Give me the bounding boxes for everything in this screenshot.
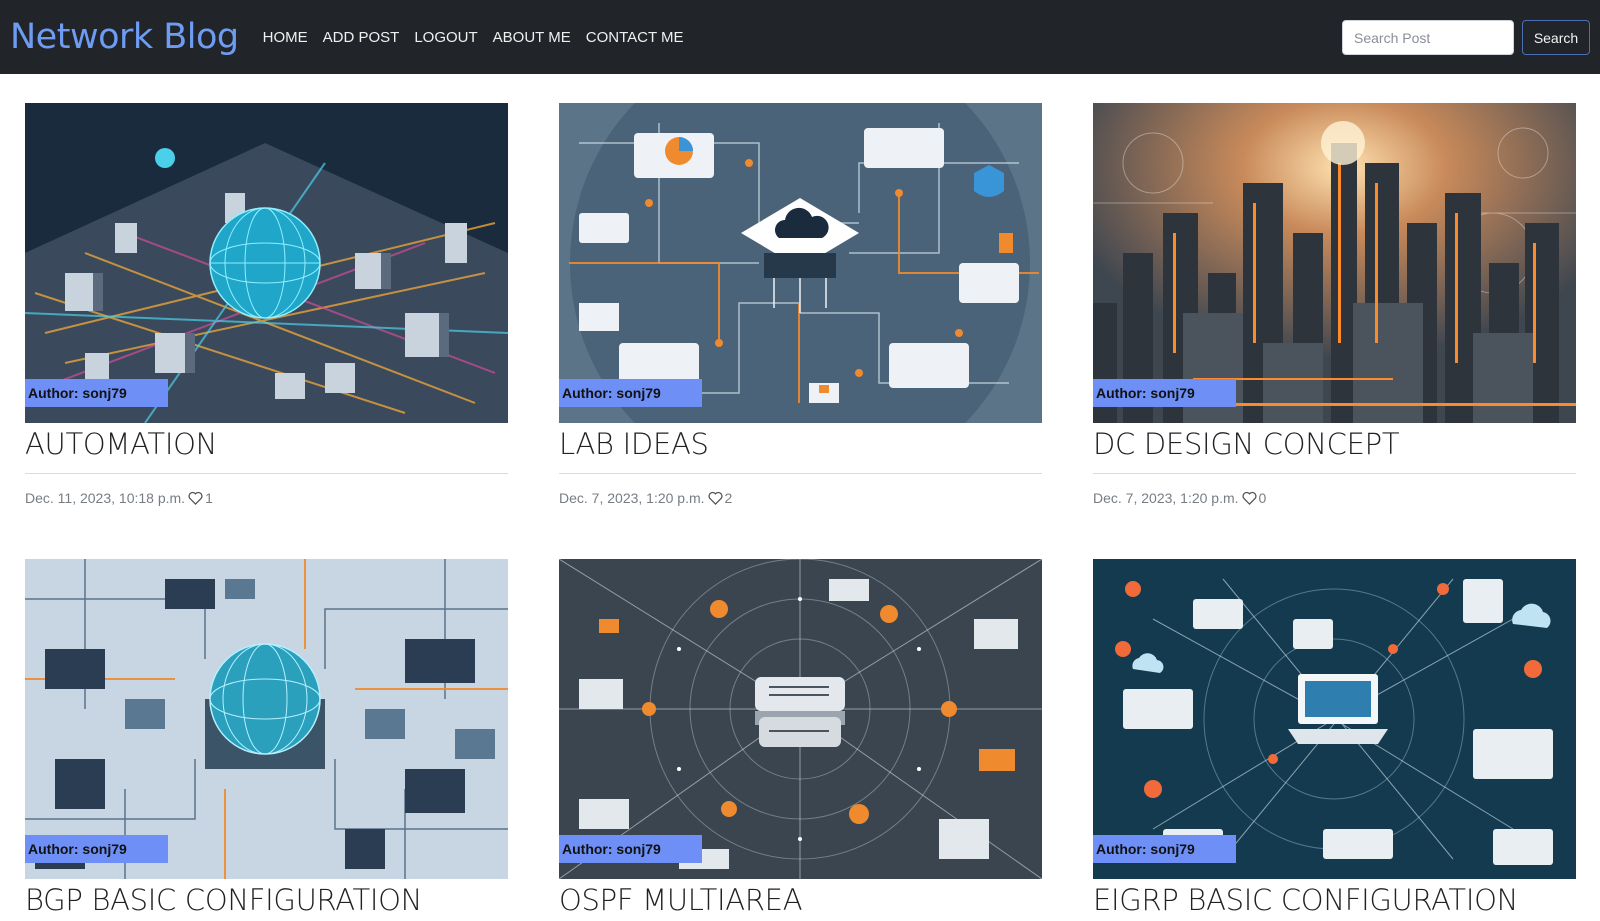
- author-badge: Author: sonj79: [1093, 379, 1236, 407]
- post-meta: Dec. 7, 2023, 1:20 p.m. 2: [559, 490, 1042, 506]
- post-card: Author: sonj79 AUTOMATION Dec. 11, 2023,…: [25, 103, 508, 506]
- post-image: [25, 559, 508, 879]
- post-image: [559, 559, 1042, 879]
- like-count: 1: [205, 490, 213, 506]
- nav-add-post-link[interactable]: ADD POST: [323, 29, 400, 46]
- card-divider: [559, 473, 1042, 474]
- post-title-link[interactable]: AUTOMATION: [25, 427, 508, 461]
- post-grid: Author: sonj79 AUTOMATION Dec. 11, 2023,…: [0, 0, 1600, 921]
- post-card: Author: sonj79 LAB IDEAS Dec. 7, 2023, 1…: [559, 103, 1042, 506]
- brand-logo-link[interactable]: Network Blog: [10, 17, 239, 57]
- nav-about-link[interactable]: ABOUT ME: [493, 29, 571, 46]
- post-date: Dec. 11, 2023, 10:18 p.m.: [25, 490, 186, 506]
- post-image: [1093, 559, 1576, 879]
- post-image-link[interactable]: Author: sonj79: [1093, 103, 1576, 423]
- author-badge: Author: sonj79: [1093, 835, 1236, 863]
- nav-contact-link[interactable]: CONTACT ME: [586, 29, 684, 46]
- nav-logout-link[interactable]: LOGOUT: [414, 29, 477, 46]
- post-card: Author: sonj79 EIGRP BASIC CONFIGURATION: [1093, 559, 1576, 917]
- post-card: Author: sonj79 DC DESIGN CONCEPT Dec. 7,…: [1093, 103, 1576, 506]
- post-meta: Dec. 11, 2023, 10:18 p.m. 1: [25, 490, 508, 506]
- post-image-link[interactable]: Author: sonj79: [1093, 559, 1576, 879]
- card-divider: [25, 473, 508, 474]
- nav-home-link[interactable]: HOME: [263, 29, 308, 46]
- post-image: [559, 103, 1042, 423]
- post-title-link[interactable]: EIGRP BASIC CONFIGURATION: [1093, 883, 1576, 917]
- post-image: [1093, 103, 1576, 423]
- post-image-link[interactable]: Author: sonj79: [559, 559, 1042, 879]
- author-badge: Author: sonj79: [25, 835, 168, 863]
- search-form: Search: [1342, 20, 1590, 55]
- post-image-link[interactable]: Author: sonj79: [25, 559, 508, 879]
- like-count: 0: [1258, 490, 1267, 506]
- post-title-link[interactable]: DC DESIGN CONCEPT: [1093, 427, 1576, 461]
- like-count: 2: [724, 490, 733, 506]
- post-card: Author: sonj79 BGP BASIC CONFIGURATION: [25, 559, 508, 917]
- top-navbar: Network Blog HOME ADD POST LOGOUT ABOUT …: [0, 0, 1600, 74]
- author-badge: Author: sonj79: [559, 835, 702, 863]
- author-badge: Author: sonj79: [559, 379, 702, 407]
- author-badge: Author: sonj79: [25, 379, 168, 407]
- heart-icon[interactable]: [1241, 491, 1257, 505]
- post-image-link[interactable]: Author: sonj79: [25, 103, 508, 423]
- post-image: [25, 103, 508, 423]
- post-title-link[interactable]: LAB IDEAS: [559, 427, 1042, 461]
- search-input[interactable]: [1342, 20, 1514, 55]
- post-title-link[interactable]: OSPF MULTIAREA: [559, 883, 1042, 917]
- post-date: Dec. 7, 2023, 1:20 p.m.: [1093, 490, 1239, 506]
- card-divider: [1093, 473, 1576, 474]
- heart-icon[interactable]: [188, 491, 203, 505]
- post-meta: Dec. 7, 2023, 1:20 p.m. 0: [1093, 490, 1576, 506]
- post-date: Dec. 7, 2023, 1:20 p.m.: [559, 490, 705, 506]
- heart-icon[interactable]: [707, 491, 723, 505]
- post-image-link[interactable]: Author: sonj79: [559, 103, 1042, 423]
- nav-links: HOME ADD POST LOGOUT ABOUT ME CONTACT ME: [263, 29, 699, 46]
- post-title-link[interactable]: BGP BASIC CONFIGURATION: [25, 883, 508, 917]
- search-button[interactable]: Search: [1522, 20, 1590, 55]
- post-card: Author: sonj79 OSPF MULTIAREA: [559, 559, 1042, 917]
